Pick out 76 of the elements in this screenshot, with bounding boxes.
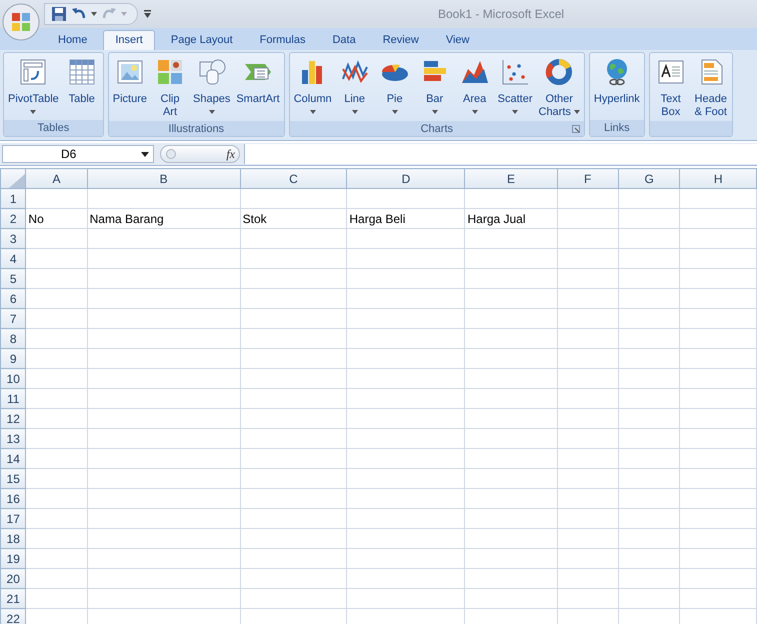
row-header[interactable]: 10 <box>0 368 26 388</box>
group-label: Charts <box>420 122 454 134</box>
row-header[interactable]: 9 <box>0 348 26 368</box>
row-header[interactable]: 2 <box>0 208 26 228</box>
ribbon-button[interactable]: SmartArt <box>233 55 283 121</box>
save-icon[interactable] <box>51 6 67 22</box>
ribbon-button[interactable]: Text Box <box>650 55 691 121</box>
ribbon-button[interactable]: Area <box>454 55 495 121</box>
insert-function-button[interactable]: fx <box>226 146 235 162</box>
cell-text: Harga Jual <box>467 212 526 226</box>
ribbon-button[interactable]: Shapes <box>190 55 234 121</box>
column-header[interactable]: C <box>240 168 347 188</box>
row-header[interactable]: 15 <box>0 468 26 488</box>
scatter-chart-icon <box>500 57 530 87</box>
ribbon-button[interactable]: Clip Art <box>150 55 190 121</box>
ribbon-tab[interactable]: Insert <box>103 30 155 50</box>
row-header[interactable]: 3 <box>0 228 26 248</box>
donut-chart-icon <box>544 57 574 87</box>
row-header[interactable]: 17 <box>0 508 26 528</box>
column-header[interactable]: E <box>464 168 558 188</box>
ribbon-tab[interactable]: Page Layout <box>160 31 244 50</box>
row-header[interactable]: 16 <box>0 488 26 508</box>
ribbon-tab[interactable]: Home <box>47 31 98 50</box>
ribbon-tab[interactable]: Data <box>321 31 367 50</box>
column-header[interactable]: A <box>26 168 88 188</box>
row-header[interactable]: 4 <box>0 248 26 268</box>
ribbon-button[interactable]: Picture <box>110 55 150 121</box>
row-header[interactable]: 5 <box>0 268 26 288</box>
row-header[interactable]: 1 <box>0 188 26 208</box>
row-header[interactable]: 11 <box>0 388 26 408</box>
group-label: Tables <box>37 122 70 134</box>
pivot-table-icon <box>18 57 48 87</box>
ribbon-tab[interactable]: Formulas <box>248 31 316 50</box>
column-header[interactable]: D <box>346 168 465 188</box>
row-header[interactable]: 20 <box>0 568 26 588</box>
ribbon-button[interactable]: Heade & Foot <box>690 55 731 121</box>
ribbon-button[interactable]: Table <box>62 55 102 120</box>
row-header[interactable]: 19 <box>0 548 26 568</box>
ribbon-button[interactable]: Pie <box>374 55 415 121</box>
row-header[interactable]: 7 <box>0 308 26 328</box>
window-title: Book1 - Microsoft Excel <box>438 7 564 21</box>
customize-icon[interactable] <box>144 10 151 18</box>
row-header[interactable]: 6 <box>0 288 26 308</box>
row-header[interactable]: 8 <box>0 328 26 348</box>
table-icon <box>66 57 97 87</box>
group-label: Links <box>604 122 630 134</box>
dialog-launcher-icon[interactable] <box>572 125 580 133</box>
row-header[interactable]: 12 <box>0 408 26 428</box>
column-header[interactable]: B <box>87 168 240 188</box>
column-header[interactable]: H <box>680 168 756 188</box>
row-header[interactable]: 13 <box>0 428 26 448</box>
shapes-icon <box>196 57 227 87</box>
cell-text: Harga Beli <box>349 212 406 226</box>
ribbon-tab[interactable]: View <box>434 31 480 50</box>
cell-text: Nama Barang <box>90 212 164 226</box>
column-header[interactable]: G <box>618 168 680 188</box>
ribbon-button[interactable]: Hyperlink <box>590 55 643 120</box>
formula-input[interactable] <box>244 144 757 164</box>
row-header[interactable]: 21 <box>0 588 26 608</box>
column-header[interactable]: F <box>557 168 618 188</box>
group-label: Illustrations <box>168 122 224 134</box>
row-header[interactable]: 14 <box>0 448 26 468</box>
ribbon-button[interactable]: Line <box>334 55 375 121</box>
ribbon-button[interactable]: Other Charts <box>536 55 583 121</box>
ribbon-button[interactable]: Scatter <box>494 55 536 121</box>
row-header[interactable]: 22 <box>0 608 26 624</box>
cell-text: Stok <box>242 212 267 226</box>
grip-icon <box>165 148 177 160</box>
ribbon-button[interactable]: PivotTable <box>5 55 62 120</box>
ribbon-button[interactable]: Bar <box>414 55 455 121</box>
row-header[interactable]: 18 <box>0 528 26 548</box>
ribbon-tab[interactable]: Review <box>372 31 430 50</box>
dropdown-icon[interactable] <box>91 12 97 16</box>
ribbon-button[interactable]: Column <box>290 55 335 121</box>
name-box[interactable]: D6 <box>2 145 154 163</box>
cell-text: No <box>28 212 44 226</box>
